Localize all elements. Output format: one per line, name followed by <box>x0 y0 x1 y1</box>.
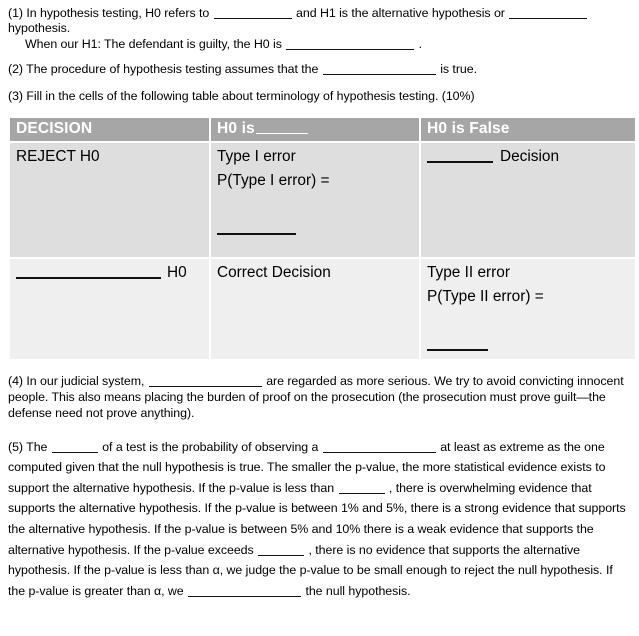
cell-spacer <box>427 309 635 333</box>
question-1-line1-part-c: hypothesis. <box>8 21 71 36</box>
blank-line[interactable] <box>148 376 262 388</box>
cell-blank-decision: Decision <box>421 143 635 258</box>
question-4-number: (4) <box>8 374 23 389</box>
blank-line[interactable] <box>188 586 302 597</box>
cell-spacer <box>217 193 419 217</box>
cell-correct-decision: Correct Decision <box>211 259 419 360</box>
question-5-seg-6: the null hypothesis. <box>305 583 411 598</box>
table-row: REJECT H0 Type I error P(Type I error) =… <box>10 143 635 258</box>
cell-reject-h0: REJECT H0 <box>10 143 209 258</box>
blank-line[interactable] <box>427 150 493 164</box>
terminology-table: DECISION H0 is H0 is False REJECT H0 Typ… <box>8 116 637 361</box>
question-1-line2-text: When our H1: The defendant is guilty, th… <box>25 36 282 51</box>
question-3-number: (3) <box>8 88 23 103</box>
blank-line[interactable] <box>213 8 292 19</box>
cell-correct-decision-label: Correct Decision <box>217 264 331 282</box>
table-header-h0-is: H0 is <box>211 118 419 142</box>
question-1-line1-part-a: In hypothesis testing, H0 refers to <box>26 6 210 20</box>
blank-line[interactable] <box>16 266 161 280</box>
question-2-text-b: is true. <box>440 62 477 77</box>
cell-blank-h0-label: H0 <box>167 264 187 282</box>
question-2-number: (2) <box>8 62 23 77</box>
cell-type-2-error: Type II error P(Type II error) = <box>421 259 635 360</box>
blank-line[interactable] <box>51 442 98 453</box>
table-header-row: DECISION H0 is H0 is False <box>10 118 635 142</box>
cell-blank-decision-line: Decision <box>427 145 635 169</box>
blank-line[interactable] <box>509 8 588 19</box>
blank-line[interactable] <box>322 442 436 453</box>
cell-prob-type-1-error-label: P(Type I error) = <box>217 172 330 190</box>
question-5-seg-2: of a test is the probability of observin… <box>102 439 319 454</box>
cell-type-1-error: Type I error P(Type I error) = <box>211 143 419 258</box>
worksheet-page: (1) In hypothesis testing, H0 refers to … <box>0 0 639 636</box>
terminology-table-wrapper: DECISION H0 is H0 is False REJECT H0 Typ… <box>8 104 635 361</box>
cell-answer-slot <box>427 333 635 357</box>
question-5-number: (5) <box>8 439 23 454</box>
blank-line[interactable] <box>322 64 436 76</box>
question-4: (4) In our judicial system, are regarded… <box>8 361 633 422</box>
cell-answer-slot <box>217 217 419 241</box>
blank-line[interactable] <box>217 222 296 236</box>
cell-blank-h0: H0 <box>10 259 209 360</box>
table-header-h0-is-false-label: H0 is False <box>427 120 510 138</box>
cell-reject-h0-label: REJECT H0 <box>16 148 100 166</box>
question-1: (1) In hypothesis testing, H0 refers to … <box>8 0 633 52</box>
table-header-h0-is-label: H0 is <box>217 120 255 138</box>
question-2-text-a: The procedure of hypothesis testing assu… <box>26 62 319 77</box>
question-1-line1-part-b: and H1 is the alternative hypothesis or <box>296 6 505 20</box>
question-3-text: Fill in the cells of the following table… <box>26 88 475 103</box>
cell-blank-decision-label: Decision <box>500 148 560 166</box>
table-header-decision: DECISION <box>10 118 209 142</box>
table-header-decision-label: DECISION <box>16 120 93 138</box>
question-5-seg-1: The <box>26 439 48 454</box>
blank-line[interactable] <box>255 123 308 135</box>
blank-line[interactable] <box>427 338 488 352</box>
cell-blank-h0-line: H0 <box>16 261 209 285</box>
cell-type-1-error-label: Type I error <box>217 148 296 166</box>
question-5: (5) The of a test is the probability of … <box>8 422 633 602</box>
table-header-h0-is-false: H0 is False <box>421 118 635 142</box>
question-3: (3) Fill in the cells of the following t… <box>8 78 633 104</box>
cell-prob-type-2-error-label: P(Type II error) = <box>427 288 544 306</box>
blank-line[interactable] <box>258 545 305 556</box>
question-2: (2) The procedure of hypothesis testing … <box>8 52 633 77</box>
blank-line[interactable] <box>338 483 385 494</box>
blank-line[interactable] <box>286 39 415 50</box>
question-1-number: (1) <box>8 6 23 20</box>
question-4-text-a: In our judicial system, <box>26 374 145 389</box>
question-1-line2-period: . <box>418 36 423 51</box>
table-row: H0 Correct Decision Type II error P(Type… <box>10 259 635 360</box>
question-1-line2: When our H1: The defendant is guilty, th… <box>8 37 633 52</box>
cell-type-2-error-label: Type II error <box>427 264 510 282</box>
